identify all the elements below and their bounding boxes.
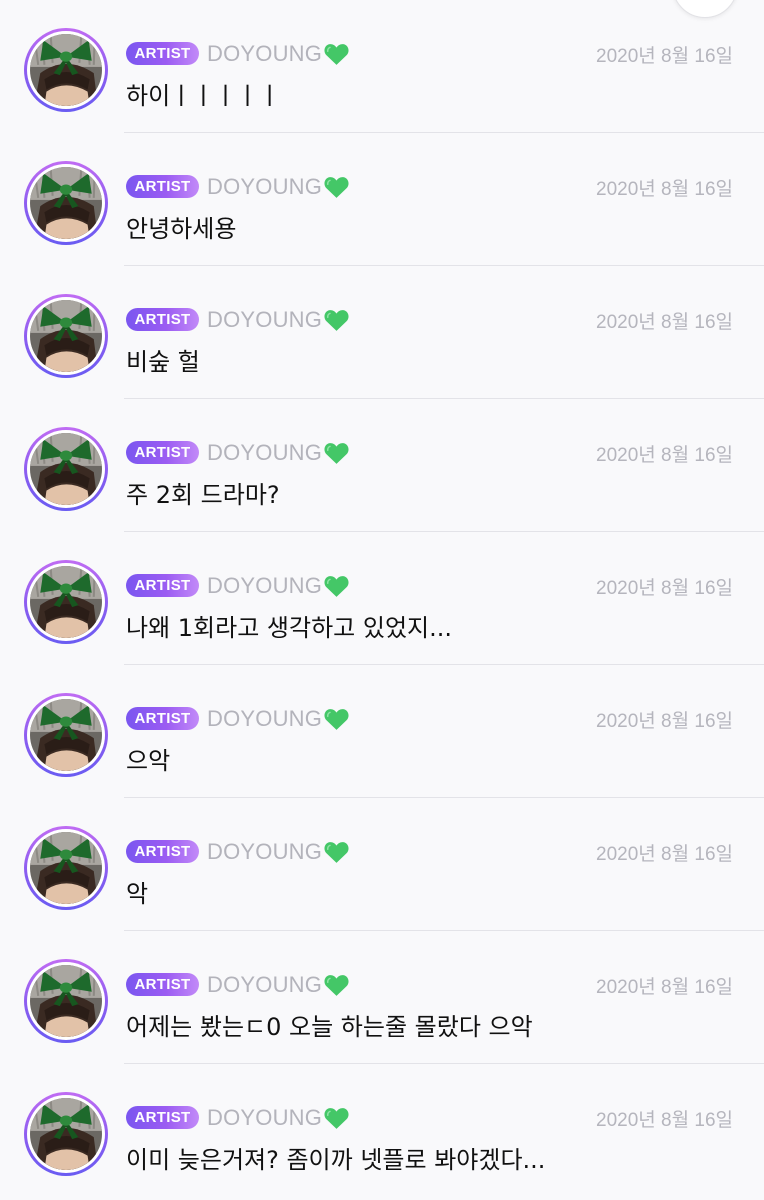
artist-badge: ARTIST [126,840,199,863]
message-text: 악 [126,880,149,908]
message-date: 2020년 8월 16일 [596,179,733,200]
message-text: 어제는 봤는ㄷ0 오늘 하는줄 몰랐다 으악 [126,1013,533,1041]
author-name: DOYOUNG [207,706,323,731]
author-name: DOYOUNG [207,307,323,332]
message-item: ARTIST DOYOUNG 2020년 8월 16일 어제는 봤는ㄷ0 오늘 … [0,931,764,1064]
author-name: DOYOUNG [207,41,323,66]
message-item: ARTIST DOYOUNG 2020년 8월 16일 비숲 헐 [0,266,764,399]
avatar[interactable] [24,294,108,378]
artist-avatar-icon [30,965,102,1037]
avatar[interactable] [24,28,108,112]
artist-badge: ARTIST [126,973,199,996]
avatar[interactable] [24,1092,108,1176]
message-item: ARTIST DOYOUNG 2020년 8월 16일 악 [0,798,764,931]
message-item: ARTIST DOYOUNG 2020년 8월 16일 으악 [0,665,764,798]
artist-badge: ARTIST [126,574,199,597]
artist-badge: ARTIST [126,308,199,331]
message-date: 2020년 8월 16일 [596,1110,733,1131]
message-text: 이미 늦은거져? 좀이까 넷플로 봐야겠다... [126,1146,546,1174]
artist-avatar-icon [30,832,102,904]
avatar[interactable] [24,826,108,910]
message-item: ARTIST DOYOUNG 2020년 8월 16일 나왜 1회라고 생각하고… [0,532,764,665]
avatar[interactable] [24,161,108,245]
avatar[interactable] [24,560,108,644]
message-date: 2020년 8월 16일 [596,977,733,998]
green-heart-icon [324,177,349,198]
artist-avatar-icon [30,433,102,505]
artist-avatar-icon [30,34,102,106]
message-text: 나왜 1회라고 생각하고 있었지... [126,614,453,642]
artist-avatar-icon [30,566,102,638]
message-text: 으악 [126,747,171,775]
message-text: 하이ㅣㅣㅣㅣㅣ [126,82,281,110]
green-heart-icon [324,443,349,464]
artist-avatar-icon [30,699,102,771]
message-feed: ARTIST DOYOUNG 2020년 8월 16일 하이ㅣㅣㅣㅣㅣ ARTI… [0,0,764,1197]
author-name: DOYOUNG [207,573,323,598]
author-name: DOYOUNG [207,174,323,199]
message-date: 2020년 8월 16일 [596,844,733,865]
message-text: 비숲 헐 [126,348,200,376]
author-name: DOYOUNG [207,972,323,997]
artist-badge: ARTIST [126,707,199,730]
message-date: 2020년 8월 16일 [596,312,733,333]
green-heart-icon [324,1108,349,1129]
message-text: 주 2회 드라마? [126,481,280,509]
avatar[interactable] [24,959,108,1043]
green-heart-icon [324,709,349,730]
avatar[interactable] [24,693,108,777]
author-name: DOYOUNG [207,1105,323,1130]
green-heart-icon [324,310,349,331]
green-heart-icon [324,842,349,863]
green-heart-icon [324,975,349,996]
artist-badge: ARTIST [126,1106,199,1129]
green-heart-icon [324,44,349,65]
message-date: 2020년 8월 16일 [596,445,733,466]
message-item: ARTIST DOYOUNG 2020년 8월 16일 이미 늦은거져? 좀이까… [0,1064,764,1197]
message-item: ARTIST DOYOUNG 2020년 8월 16일 안녕하세용 [0,133,764,266]
message-item: ARTIST DOYOUNG 2020년 8월 16일 하이ㅣㅣㅣㅣㅣ [0,0,764,133]
artist-avatar-icon [30,1098,102,1170]
message-date: 2020년 8월 16일 [596,711,733,732]
message-text: 안녕하세용 [126,215,237,243]
artist-badge: ARTIST [126,441,199,464]
artist-avatar-icon [30,167,102,239]
message-item: ARTIST DOYOUNG 2020년 8월 16일 주 2회 드라마? [0,399,764,532]
artist-badge: ARTIST [126,42,199,65]
artist-badge: ARTIST [126,175,199,198]
green-heart-icon [324,576,349,597]
artist-avatar-icon [30,300,102,372]
author-name: DOYOUNG [207,839,323,864]
author-name: DOYOUNG [207,440,323,465]
message-date: 2020년 8월 16일 [596,578,733,599]
avatar[interactable] [24,427,108,511]
message-date: 2020년 8월 16일 [596,46,733,67]
